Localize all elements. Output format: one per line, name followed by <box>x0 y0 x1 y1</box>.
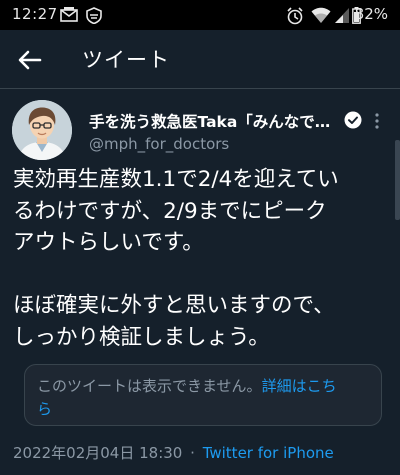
verified-badge-icon <box>344 111 362 129</box>
shield-icon <box>86 7 102 24</box>
alarm-icon <box>287 7 303 25</box>
wifi-icon <box>311 7 331 23</box>
learn-more-link-cont[interactable]: ら <box>37 400 52 418</box>
status-bar: 12:27 82% <box>0 0 400 30</box>
battery-percent: 82% <box>354 5 388 23</box>
tweet-meta: 2022年02月04日 18:30 · Twitter for iPhone <box>13 442 334 463</box>
more-options-icon[interactable] <box>370 111 384 131</box>
tweet-detail-screen: 12:27 82% ツイート 手を洗う救急医Taka「みんなで… @mph_fo… <box>0 0 400 475</box>
top-app-bar: ツイート <box>0 30 400 88</box>
tweet-text: 実効再生産数1.1で2/4を迎えてい るわけですが、2/9までにピーク アウトら… <box>13 164 391 353</box>
unavailable-notice: このツイートは表示できません。詳細はこち ら <box>37 375 373 421</box>
arrow-left-icon[interactable] <box>14 44 46 76</box>
meta-separator: · <box>190 444 195 462</box>
tweet-text-line: アウトらしいです。 <box>13 230 204 255</box>
page-title: ツイート <box>82 48 170 72</box>
author-handle[interactable]: @mph_for_doctors <box>89 135 229 153</box>
tweet-timestamp[interactable]: 2022年02月04日 18:30 <box>13 444 182 462</box>
avatar-illustration <box>12 100 72 160</box>
tweet-text-line: 実効再生産数1.1で2/4を迎えてい <box>13 167 339 192</box>
tweet-text-line: ほぼ確実に外すと思いますので、 <box>13 293 335 318</box>
scrollbar[interactable] <box>395 140 400 220</box>
status-time: 12:27 <box>12 5 58 23</box>
author-display-name[interactable]: 手を洗う救急医Taka「みんなで… <box>89 110 341 132</box>
signal-icon <box>335 8 349 23</box>
header-divider <box>0 88 400 89</box>
tweet-text-line: るわけですが、2/9までにピーク <box>13 198 327 224</box>
unavailable-quote-card: このツイートは表示できません。詳細はこち ら <box>24 364 382 426</box>
mail-icon <box>60 7 78 22</box>
tweet-source[interactable]: Twitter for iPhone <box>203 444 334 462</box>
learn-more-link[interactable]: 詳細はこち <box>262 377 337 395</box>
unavailable-notice-text: このツイートは表示できません。 <box>37 377 262 395</box>
avatar[interactable] <box>12 100 72 160</box>
tweet-text-line: しっかり検証しましょう。 <box>13 324 270 350</box>
